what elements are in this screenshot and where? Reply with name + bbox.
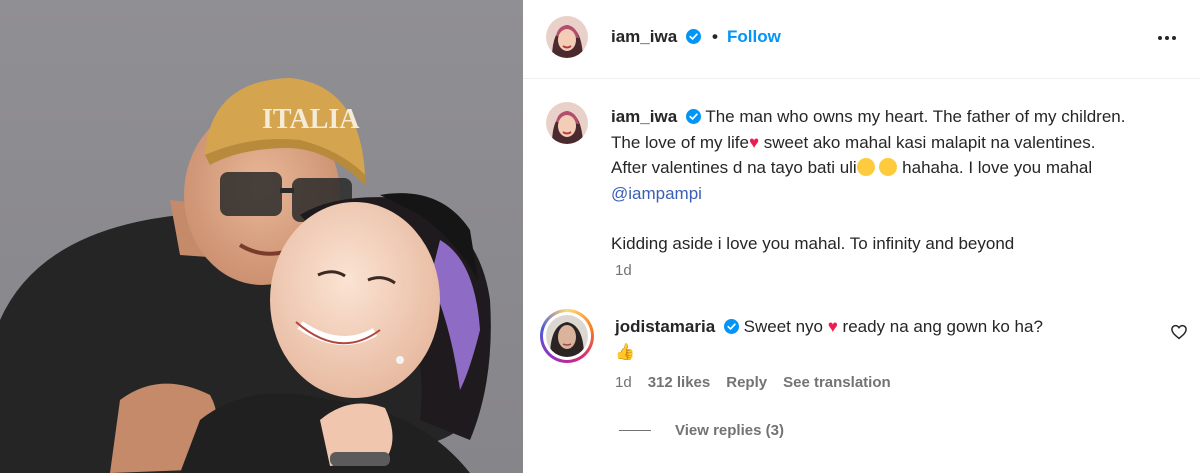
comment-text-part2: ready na ang gown ko ha? — [837, 317, 1043, 336]
follow-button[interactable]: Follow — [727, 27, 781, 47]
post-header: iam_iwa • Follow — [523, 0, 1200, 79]
view-replies-label[interactable]: View replies (3) — [675, 422, 784, 439]
caption-username[interactable]: iam_iwa — [611, 107, 677, 126]
post-caption: iam_iwa The man who owns my heart. The f… — [611, 104, 1131, 257]
verified-badge-icon — [685, 109, 701, 124]
see-translation-button[interactable]: See translation — [783, 374, 891, 391]
comment-likes-count[interactable]: 312 likes — [648, 374, 711, 391]
comment-text-part1: Sweet nyo — [743, 317, 828, 336]
post-photo[interactable]: ITALIA — [0, 0, 523, 473]
replies-divider-line — [619, 430, 651, 431]
red-heart-emoji-icon: ♥ — [748, 132, 760, 152]
comment-text: jodistamaria Sweet nyo ♥ ready na ang go… — [615, 314, 1135, 365]
comment-meta-row: 1d 312 likes Reply See translation — [615, 374, 891, 391]
view-replies-button[interactable]: View replies (3) — [619, 422, 784, 439]
verified-badge-icon — [723, 319, 739, 334]
rolling-laugh-face-emoji-icon — [879, 158, 898, 176]
commenter-username[interactable]: jodistamaria — [615, 317, 715, 336]
author-username[interactable]: iam_iwa — [611, 27, 701, 47]
caption-mention-link[interactable]: @iampampi — [611, 184, 702, 203]
caption-paragraph-2: Kidding aside i love you mahal. To infin… — [611, 234, 1015, 253]
author-username-text[interactable]: iam_iwa — [611, 27, 677, 46]
zany-face-emoji-icon — [856, 158, 875, 176]
caption-author-avatar[interactable] — [546, 102, 588, 144]
caption-text-part3: hahaha. I love you mahal — [897, 158, 1093, 177]
author-avatar[interactable] — [546, 16, 588, 58]
heart-like-icon[interactable] — [1170, 323, 1188, 341]
commenter-avatar[interactable] — [540, 309, 594, 363]
verified-badge-icon — [685, 29, 701, 44]
post-side-panel: iam_iwa • Follow iam_iwa The man who own… — [523, 0, 1200, 473]
pink-heart-emoji-icon: ♥ — [827, 317, 838, 336]
svg-text:ITALIA: ITALIA — [262, 104, 360, 135]
reply-button[interactable]: Reply — [726, 374, 767, 391]
photo-image: ITALIA — [0, 0, 523, 473]
separator-dot: • — [712, 27, 718, 46]
thumbs-up-emoji-icon: 👍 — [615, 344, 635, 361]
caption-timestamp[interactable]: 1d — [615, 262, 632, 279]
more-horizontal-icon[interactable] — [1152, 26, 1182, 50]
comment-timestamp[interactable]: 1d — [615, 374, 632, 391]
